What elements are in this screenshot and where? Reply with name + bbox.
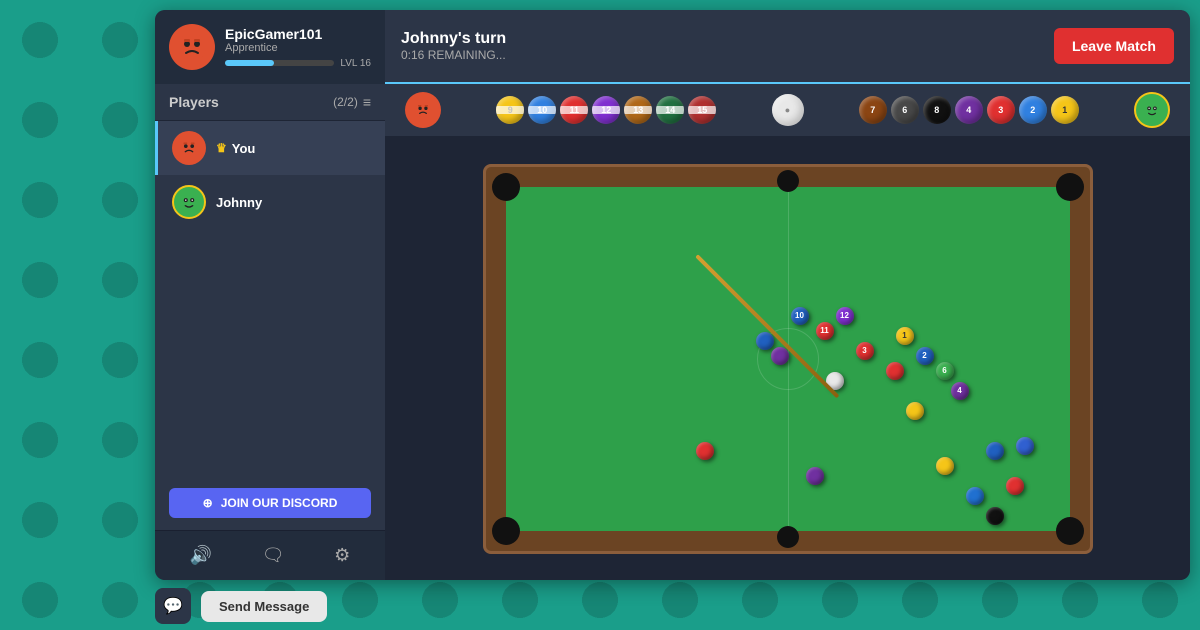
pool-table-container: 10 11 12 3 1 2 6 4 [385,137,1190,580]
user-info: EpicGamer101 Apprentice LVL 16 [225,26,371,69]
discord-icon: ⊕ [203,496,213,510]
user-header: EpicGamer101 Apprentice LVL 16 [155,10,385,84]
username-label: EpicGamer101 [225,26,371,42]
ball-11: 11 [560,96,588,124]
ball-4: 4 [955,96,983,124]
table-ball-b2-felt [986,442,1004,460]
turn-title: Johnny's turn [401,30,506,48]
ball-13: 13 [624,96,652,124]
discord-label: JOIN OUR DISCORD [221,496,338,510]
right-panel: Johnny's turn 0:16 REMAINING... Leave Ma… [385,10,1190,580]
ball-10: 10 [528,96,556,124]
table-ball-red-felt [886,362,904,380]
ball-12: 12 [592,96,620,124]
settings-icon: ⚙ [334,545,350,565]
players-count-label: (2/2) [333,95,358,109]
bottom-toolbar: 🔊 🗨 ⚙ [155,530,385,580]
pocket-top-left [492,173,520,201]
ball-2: 2 [1019,96,1047,124]
player-item-johnny[interactable]: Johnny [155,175,385,229]
table-ball-3-felt: 3 [856,342,874,360]
pocket-top-middle [777,170,799,192]
filter-icon[interactable]: ≡ [363,94,371,110]
main-container: EpicGamer101 Apprentice LVL 16 Players (… [155,10,1190,580]
pocket-bottom-left [492,517,520,545]
pocket-top-right [1056,173,1084,201]
table-ball-12-felt: 12 [836,307,854,325]
table-ball-y2-felt [936,457,954,475]
player-item-you[interactable]: ♛ You [155,121,385,175]
table-ball-b3-felt [1016,437,1034,455]
ball-7: 7 [859,96,887,124]
player2-score-avatar [1134,92,1170,128]
level-label: LVL 16 [340,58,371,69]
user-subtitle: Apprentice [225,42,371,54]
table-ball-blue-felt [756,332,774,350]
table-ball-yellow-felt [906,402,924,420]
ball-9: 9 [496,96,524,124]
table-ball-10-felt: 10 [791,307,809,325]
turn-timer: 0:16 REMAINING... [401,48,506,62]
message-chat-icon: 💬 [163,596,183,616]
table-ball-11-felt: 11 [816,322,834,340]
table-ball-6-felt: 6 [936,362,954,380]
turn-info: Johnny's turn 0:16 REMAINING... [401,30,506,62]
player-name-area-you: ♛ You [216,141,255,156]
players-title: Players [169,94,219,110]
player-name-area-johnny: Johnny [216,195,262,210]
player2-balls: 7 6 8 4 3 2 1 [859,96,1079,124]
ball-1: 1 [1051,96,1079,124]
pocket-bottom-right [1056,517,1084,545]
players-count: (2/2) ≡ [333,94,371,110]
ball-3: 3 [987,96,1015,124]
user-avatar [169,24,215,70]
table-ball-red2-felt [696,442,714,460]
pocket-bottom-middle [777,526,799,548]
ball-14: 14 [656,96,684,124]
cue-ball: ● [772,94,804,126]
table-ball-2-felt: 2 [916,347,934,365]
xp-bar-fill [225,60,274,66]
player-avatar-you [172,131,206,165]
chat-toolbar-icon: 🗨 [262,545,285,565]
ball-6: 6 [891,96,919,124]
send-message-button[interactable]: Send Message [201,591,327,622]
xp-bar-bg [225,60,334,66]
leave-match-button[interactable]: Leave Match [1054,28,1174,64]
player-list: ♛ You Joh [155,121,385,476]
chat-button[interactable]: 🗨 [254,541,293,570]
player1-score-avatar [405,92,441,128]
table-ball-1-felt: 1 [896,327,914,345]
pool-table[interactable]: 10 11 12 3 1 2 6 4 [483,164,1093,554]
message-chat-icon-button[interactable]: 💬 [155,588,191,624]
table-ball-mixed-felt [966,487,984,505]
game-header: Johnny's turn 0:16 REMAINING... Leave Ma… [385,10,1190,84]
table-ball-8-felt [986,507,1004,525]
table-ball-r3-felt [1006,477,1024,495]
player-you-name: ♛ You [216,141,255,156]
xp-bar-container: LVL 16 [225,58,371,69]
player-johnny-name: Johnny [216,195,262,210]
players-header: Players (2/2) ≡ [155,84,385,121]
ball-8: 8 [923,96,951,124]
table-ball-stripe-felt [806,467,824,485]
send-message-bar: 💬 Send Message [155,582,327,630]
player1-balls: 9 10 11 12 13 14 15 [496,96,716,124]
player-avatar-johnny [172,185,206,219]
crown-icon: ♛ [216,141,227,155]
table-ball-4-felt: 4 [951,382,969,400]
sound-button[interactable]: 🔊 [182,541,220,570]
settings-button[interactable]: ⚙ [326,541,358,570]
table-felt: 10 11 12 3 1 2 6 4 [506,187,1070,531]
ball-15: 15 [688,96,716,124]
sound-icon: 🔊 [190,545,212,565]
ball-scoreboard: 9 10 11 12 13 14 15 ● 7 6 8 4 3 2 1 [385,84,1190,137]
table-ball-purple-felt [771,347,789,365]
discord-button[interactable]: ⊕ JOIN OUR DISCORD [169,488,371,518]
left-panel: EpicGamer101 Apprentice LVL 16 Players (… [155,10,385,580]
